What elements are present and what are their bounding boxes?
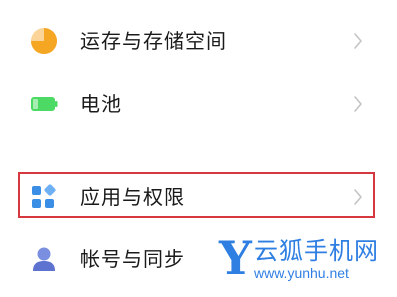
watermark: Y 云狐手机网 www.yunhu.net [210,234,397,294]
account-icon [33,247,55,271]
battery-icon [31,97,58,111]
settings-item-apps[interactable]: 应用与权限 [0,169,397,225]
chevron-right-icon [354,189,362,205]
watermark-url: www.yunhu.net [254,265,349,281]
chevron-right-icon [354,33,362,49]
watermark-title: 云狐手机网 [254,237,379,265]
settings-item-label: 帐号与同步 [80,247,185,271]
chevron-right-icon [354,96,362,112]
settings-item-label: 应用与权限 [80,185,185,209]
settings-item-label: 运存与存储空间 [80,29,227,53]
watermark-logo: Y [219,231,252,285]
settings-item-storage[interactable]: 运存与存储空间 [0,13,397,69]
settings-item-battery[interactable]: 电池 [0,76,397,132]
settings-item-label: 电池 [80,92,122,116]
storage-pie-icon [31,28,57,54]
apps-grid-icon [32,184,56,208]
